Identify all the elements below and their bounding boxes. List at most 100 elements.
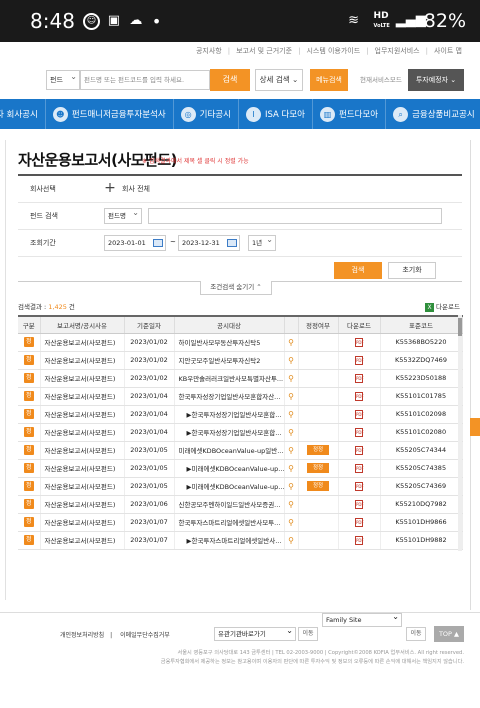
table-scrollbar[interactable]: [458, 315, 462, 551]
pdf-icon[interactable]: PDF: [355, 481, 364, 491]
email-refusal-link[interactable]: 이메일무단수집거부: [120, 632, 170, 639]
pdf-icon[interactable]: PDF: [355, 499, 364, 509]
report-name-cell[interactable]: 자산운용보고서(사모펀드): [40, 405, 125, 424]
preview-cell[interactable]: ⚲: [284, 459, 299, 478]
table-row[interactable]: 정 자산운용보고서(사모펀드) 2023/01/04 ▶한국투자성장기업일반사모혼합.…: [18, 423, 463, 442]
download-cell[interactable]: PDF: [338, 387, 381, 406]
related-sites-select[interactable]: 유관기관바로가기: [214, 625, 296, 641]
table-row[interactable]: 정 자산운용보고서(사모펀드) 2023/01/07 한국투자스마트리얼에셋일반사모투…: [18, 513, 463, 532]
target-cell[interactable]: KB우만솔러러크일반사모특별자산투...: [174, 369, 285, 388]
magnifier-icon[interactable]: ⚲: [288, 482, 294, 491]
table-row[interactable]: 정 자산운용보고서(사모펀드) 2023/01/02 지안굿모주일반사모투자신탁2 ⚲ P…: [18, 351, 463, 370]
calendar-icon[interactable]: [227, 239, 237, 247]
link-system-guide[interactable]: 시스템 이용가이드: [306, 46, 360, 56]
nav-product-compare[interactable]: ⌕ 금융상품비교공시: [386, 99, 480, 129]
magnifier-icon[interactable]: ⚲: [288, 446, 294, 455]
report-name-cell[interactable]: 자산운용보고서(사모펀드): [40, 351, 125, 370]
related-go-button[interactable]: 이동: [298, 627, 318, 641]
magnifier-icon[interactable]: ⚲: [288, 518, 294, 527]
reset-button[interactable]: 초기화: [388, 262, 436, 279]
target-cell[interactable]: 미래에셋KDBOceanValue-up일반...: [174, 441, 285, 460]
report-name-cell[interactable]: 자산운용보고서(사모펀드): [40, 495, 125, 514]
report-name-cell[interactable]: 자산운용보고서(사모펀드): [40, 387, 125, 406]
preview-cell[interactable]: ⚲: [284, 531, 299, 550]
family-go-button[interactable]: 이동: [406, 627, 426, 641]
preview-cell[interactable]: ⚲: [284, 387, 299, 406]
table-row[interactable]: 정 자산운용보고서(사모펀드) 2023/01/05 미래에셋KDBOceanValu…: [18, 441, 463, 460]
report-name-cell[interactable]: 자산운용보고서(사모펀드): [40, 441, 125, 460]
target-cell[interactable]: ▶미래에셋KDBOceanValue-up...: [174, 477, 285, 496]
download-cell[interactable]: PDF: [338, 531, 381, 550]
download-cell[interactable]: PDF: [338, 459, 381, 478]
report-name-cell[interactable]: 자산운용보고서(사모펀드): [40, 333, 125, 352]
detail-search-button[interactable]: 상세 검색 ⌄: [255, 69, 303, 91]
nav-isa-damoa[interactable]: I ISA 다모아: [239, 99, 313, 129]
target-cell[interactable]: ▶한국투자성장기업일반사모혼합...: [174, 405, 285, 424]
target-cell[interactable]: 한국투자성장기업일반사모혼합자산...: [174, 387, 285, 406]
query-button[interactable]: 검색: [334, 262, 382, 279]
table-row[interactable]: 정 자산운용보고서(사모펀드) 2023/01/05 ▶미래에셋KDBOceanVal…: [18, 459, 463, 478]
search-category-select[interactable]: 펀드: [46, 68, 80, 90]
download-cell[interactable]: PDF: [338, 333, 381, 352]
table-row[interactable]: 정 자산운용보고서(사모펀드) 2023/01/04 ▶한국투자성장기업일반사모혼합.…: [18, 405, 463, 424]
preview-cell[interactable]: ⚲: [284, 423, 299, 442]
magnifier-icon[interactable]: ⚲: [288, 464, 294, 473]
download-cell[interactable]: PDF: [338, 351, 381, 370]
magnifier-icon[interactable]: ⚲: [288, 410, 294, 419]
target-cell[interactable]: ▶한국투자스마트리얼에셋일반사...: [174, 531, 285, 550]
fund-search-type-select[interactable]: 펀드명: [104, 206, 142, 224]
download-cell[interactable]: PDF: [338, 495, 381, 514]
col-report-name[interactable]: 보고서명/공시사유: [40, 315, 125, 334]
correction-badge[interactable]: 정정: [307, 445, 329, 455]
pdf-icon[interactable]: PDF: [355, 373, 364, 383]
report-name-cell[interactable]: 자산운용보고서(사모펀드): [40, 423, 125, 442]
magnifier-icon[interactable]: ⚲: [288, 374, 294, 383]
privacy-link[interactable]: 개인정보처리방침: [60, 632, 104, 639]
search-input[interactable]: 펀드명 또는 펀드코드를 입력 하세요.: [80, 70, 210, 90]
fund-search-input[interactable]: [148, 208, 442, 224]
preview-cell[interactable]: ⚲: [284, 513, 299, 532]
correction-badge[interactable]: 정정: [307, 463, 329, 473]
download-cell[interactable]: PDF: [338, 513, 381, 532]
pdf-icon[interactable]: PDF: [355, 535, 364, 545]
magnifier-icon[interactable]: ⚲: [288, 392, 294, 401]
report-name-cell[interactable]: 자산운용보고서(사모펀드): [40, 513, 125, 532]
link-notice[interactable]: 공지사항: [196, 46, 222, 56]
pdf-icon[interactable]: PDF: [355, 337, 364, 347]
nav-company-disclosure[interactable]: 자 회사공시: [0, 99, 46, 129]
table-row[interactable]: 정 자산운용보고서(사모펀드) 2023/01/04 한국투자성장기업일반사모혼합자산…: [18, 387, 463, 406]
preview-cell[interactable]: ⚲: [284, 369, 299, 388]
pdf-icon[interactable]: PDF: [355, 463, 364, 473]
report-name-cell[interactable]: 자산운용보고서(사모펀드): [40, 459, 125, 478]
date-to-field[interactable]: 2023-12-31: [178, 235, 240, 251]
preview-cell[interactable]: ⚲: [284, 441, 299, 460]
download-cell[interactable]: PDF: [338, 441, 381, 460]
pdf-icon[interactable]: PDF: [355, 391, 364, 401]
target-cell[interactable]: 한국투자스마트리얼에셋일반사모투...: [174, 513, 285, 532]
link-reports-criteria[interactable]: 보고서 및 근거기준: [236, 46, 292, 56]
download-cell[interactable]: PDF: [338, 405, 381, 424]
download-cell[interactable]: PDF: [338, 423, 381, 442]
col-target[interactable]: 공시대상: [174, 315, 285, 334]
pdf-icon[interactable]: PDF: [355, 445, 364, 455]
preview-cell[interactable]: ⚲: [284, 495, 299, 514]
target-cell[interactable]: ▶한국투자성장기업일반사모혼합...: [174, 423, 285, 442]
table-row[interactable]: 정 자산운용보고서(사모펀드) 2023/01/02 KB우만솔러러크일반사모특별자산…: [18, 369, 463, 388]
plus-icon[interactable]: +: [104, 181, 116, 195]
link-sitemap[interactable]: 사이트 맵: [434, 46, 462, 56]
service-mode-select[interactable]: 투자예정자 ⌄: [408, 69, 464, 91]
target-cell[interactable]: 신한공모주멘하이일드일반사모증권...: [174, 495, 285, 514]
link-business-support[interactable]: 업무지원서비스: [375, 46, 420, 56]
family-site-select[interactable]: Family Site: [322, 611, 402, 627]
menu-search-button[interactable]: 메뉴검색: [310, 69, 348, 91]
nav-other-disclosure[interactable]: ◎ 기타공시: [174, 99, 239, 129]
magnifier-icon[interactable]: ⚲: [288, 500, 294, 509]
preview-cell[interactable]: ⚲: [284, 477, 299, 496]
pdf-icon[interactable]: PDF: [355, 409, 364, 419]
col-download[interactable]: 다운로드: [338, 315, 381, 334]
magnifier-icon[interactable]: ⚲: [288, 356, 294, 365]
top-button[interactable]: TOP ▲: [434, 626, 464, 642]
table-row[interactable]: 정 자산운용보고서(사모펀드) 2023/01/07 ▶한국투자스마트리얼에셋일반사.…: [18, 531, 463, 550]
target-cell[interactable]: ▶미래에셋KDBOceanValue-up...: [174, 459, 285, 478]
pdf-icon[interactable]: PDF: [355, 355, 364, 365]
